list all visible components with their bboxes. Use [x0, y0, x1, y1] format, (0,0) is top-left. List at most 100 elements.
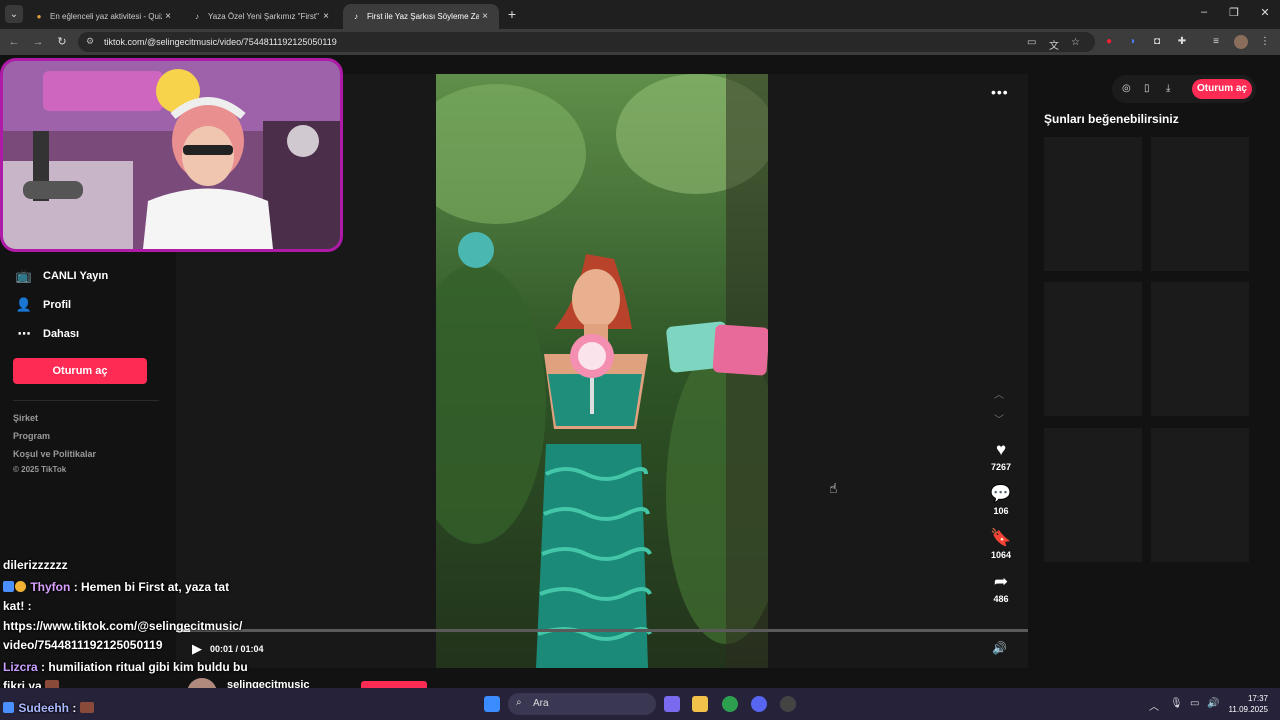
extensions-puzzle-icon[interactable]: ✚	[1175, 35, 1189, 49]
chat-text: video/7544811192125050119	[3, 638, 163, 652]
play-icon[interactable]: ▶	[192, 641, 202, 657]
reload-icon[interactable]: ↻	[54, 34, 70, 50]
divider	[13, 400, 159, 401]
tiktok-favicon-icon: ♪	[195, 12, 199, 21]
like-button[interactable]: ♥ 7267	[981, 440, 1021, 472]
speaker-icon[interactable]: 🔊	[1207, 698, 1219, 709]
chrome-menu-icon[interactable]: ⋮	[1258, 35, 1272, 49]
chat-badge-icon	[3, 581, 14, 592]
chat-badge-icon	[15, 581, 26, 592]
chat-line: Sudeehh :	[3, 701, 95, 715]
extension-audio-icon[interactable]: ◗	[1126, 35, 1140, 49]
sidebar-item-more[interactable]: ⋯ Dahası	[15, 326, 80, 342]
chat-line: https://www.tiktok.com/@selingecitmusic/	[3, 619, 242, 633]
extension-red-icon[interactable]: ●	[1102, 35, 1116, 49]
taskbar-clock[interactable]: 17:37 11.09.2025	[1226, 693, 1268, 715]
sidebar-login-button[interactable]: Oturum aç	[13, 358, 147, 384]
previous-video-icon[interactable]: ︿	[994, 386, 1004, 401]
comment-button[interactable]: 💬 106	[981, 484, 1021, 516]
video-time: 00:01 / 01:04	[210, 644, 264, 654]
suggestion-thumbnail[interactable]	[1151, 137, 1249, 271]
forward-icon[interactable]: →	[30, 34, 46, 50]
extension-shield-icon[interactable]: ◘	[1150, 35, 1164, 49]
browser-tab[interactable]: ● En eğlenceli yaz aktivitesi - Quiz ×	[26, 4, 182, 29]
back-icon[interactable]: ←	[6, 34, 22, 50]
bookmark-button[interactable]: 🔖 1064	[981, 528, 1021, 560]
profile-avatar-icon[interactable]	[1234, 35, 1248, 49]
chat-line: kat! :	[3, 599, 32, 613]
taskbar-search[interactable]: ⌕ Ara	[508, 693, 656, 715]
address-bar[interactable]: ⚙ tiktok.com/@selingecitmusic/video/7544…	[78, 32, 1095, 52]
chat-username[interactable]: Lizcra	[3, 660, 38, 674]
download-icon[interactable]: ⤓	[1166, 83, 1170, 94]
tab-title: En eğlenceli yaz aktivitesi - Quiz	[50, 12, 162, 21]
footer-link-company[interactable]: Şirket	[13, 413, 38, 423]
chat-line: Lizcra : humiliation ritual gibi kim bul…	[3, 660, 248, 674]
suggestion-thumbnail[interactable]	[1044, 282, 1142, 416]
footer-link-program[interactable]: Program	[13, 431, 50, 441]
suggestion-thumbnail[interactable]	[1151, 282, 1249, 416]
footer-link-terms[interactable]: Koşul ve Politikalar	[13, 449, 96, 459]
live-icon: 📺	[15, 268, 33, 283]
close-icon[interactable]: ×	[479, 11, 491, 22]
chat-text: : humiliation ritual gibi kim buldu bu	[41, 660, 248, 674]
webcam-scene-image	[3, 61, 340, 249]
start-icon[interactable]	[484, 696, 500, 712]
share-count: 486	[993, 594, 1009, 604]
like-count: 7267	[990, 462, 1012, 472]
suggestions-title: Şunları beğenebilirsiniz	[1044, 112, 1179, 126]
volume-icon[interactable]: 🔊	[992, 641, 1007, 655]
sidebar-item-live[interactable]: 📺 CANLI Yayın	[15, 268, 108, 284]
tray-overflow-icon[interactable]: ︿	[1149, 698, 1159, 713]
tab-title: First ile Yaz Şarkısı Söyleme Zam	[367, 12, 479, 21]
browser-toolbar: ← → ↻ ⚙ tiktok.com/@selingecitmusic/vide…	[0, 29, 1280, 55]
sidebar-item-label: Dahası	[43, 328, 80, 340]
discord-icon[interactable]	[751, 696, 767, 712]
device-icon[interactable]: ▯	[1144, 83, 1150, 94]
restore-icon[interactable]: ❐	[1219, 6, 1249, 19]
file-explorer-icon[interactable]	[692, 696, 708, 712]
translate-icon[interactable]: 文	[1049, 37, 1059, 52]
comment-icon: 💬	[990, 484, 1012, 503]
window-close-icon[interactable]: ✕	[1250, 6, 1280, 19]
suggestion-thumbnail[interactable]	[1151, 428, 1249, 562]
more-options-icon[interactable]: •••	[991, 84, 1009, 100]
chat-username[interactable]: Sudeehh	[18, 701, 69, 715]
suggestion-thumbnail[interactable]	[1044, 428, 1142, 562]
tab-search-button[interactable]: ⌄	[5, 5, 23, 23]
minimize-icon[interactable]: –	[1189, 6, 1219, 18]
next-video-icon[interactable]: ﹀	[994, 411, 1004, 426]
browser-tab-active[interactable]: ♪ First ile Yaz Şarkısı Söyleme Zam ×	[343, 4, 499, 29]
video-progress-bar[interactable]	[176, 629, 1028, 632]
network-icon[interactable]: ▭	[1190, 698, 1199, 709]
new-tab-button[interactable]: +	[503, 5, 521, 23]
search-icon: ⌕	[516, 697, 522, 708]
sidebar-item-profile[interactable]: 👤 Profil	[15, 297, 71, 313]
suggestion-thumbnail[interactable]	[1044, 137, 1142, 271]
reading-list-icon[interactable]: ≡	[1209, 35, 1223, 49]
chat-badge-icon	[3, 702, 14, 713]
obs-icon[interactable]	[780, 696, 796, 712]
video-frame[interactable]	[436, 74, 768, 668]
chat-line: dilerizzzzzz	[3, 558, 68, 572]
tab-strip: ⌄ ● En eğlenceli yaz aktivitesi - Quiz ×…	[0, 0, 1280, 29]
site-info-icon[interactable]: ⚙	[86, 36, 94, 47]
bookmark-star-icon[interactable]: ☆	[1071, 37, 1080, 48]
compass-icon[interactable]: ◎	[1122, 83, 1131, 94]
search-label: Ara	[533, 698, 549, 709]
share-icon: ➦	[993, 572, 1009, 591]
browser-tab[interactable]: ♪ Yaza Özel Yeni Şarkımız "First" | ×	[184, 4, 340, 29]
copilot-icon[interactable]	[664, 696, 680, 712]
install-app-icon[interactable]: ▭	[1027, 37, 1036, 48]
chat-text: : Hemen bi First at, yaza tat	[73, 580, 230, 594]
bookmark-icon: 🔖	[990, 528, 1012, 547]
clock-time: 17:37	[1247, 694, 1268, 703]
chrome-icon[interactable]	[722, 696, 738, 712]
close-icon[interactable]: ×	[162, 11, 174, 22]
header-login-button[interactable]: Oturum aç	[1192, 79, 1252, 99]
chat-username[interactable]: Thyfon	[30, 580, 70, 594]
share-button[interactable]: ➦ 486	[981, 572, 1021, 604]
close-icon[interactable]: ×	[320, 11, 332, 22]
copyright-text: © 2025 TikTok	[13, 465, 67, 474]
microphone-icon[interactable]: 🎙	[1170, 698, 1183, 709]
